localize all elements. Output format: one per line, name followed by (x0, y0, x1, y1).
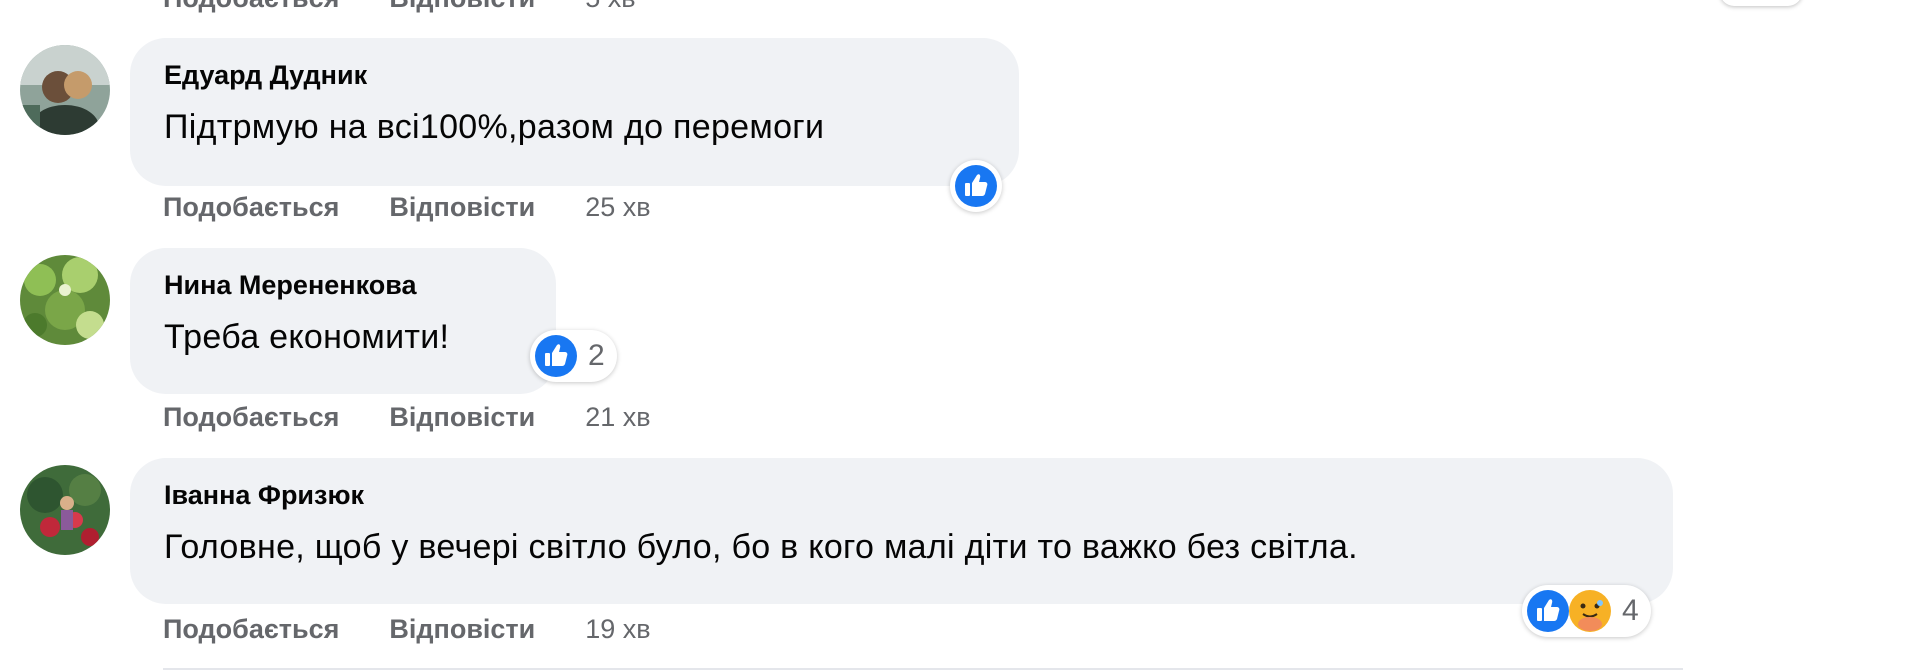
care-emoji-icon (1569, 590, 1611, 632)
like-action[interactable]: Подобається (163, 614, 339, 645)
avatar[interactable] (20, 45, 110, 135)
comment-time[interactable]: 21 хв (585, 402, 650, 433)
comment-actions: Подобається Відповісти 25 хв (163, 192, 651, 223)
reaction-count: 4 (1622, 594, 1639, 627)
comment-time[interactable]: 5 хв (585, 0, 635, 14)
previous-comment-actions: Подобається Відповісти 5 хв (163, 0, 636, 16)
reply-action[interactable]: Відповісти (389, 402, 535, 433)
comment-actions: Подобається Відповісти 19 хв (163, 614, 651, 645)
comment-time[interactable]: 25 хв (585, 192, 650, 223)
avatar[interactable] (20, 465, 110, 555)
like-action[interactable]: Подобається (163, 192, 339, 223)
reaction-summary[interactable] (1720, 0, 1802, 6)
divider (163, 668, 1683, 670)
reaction-summary[interactable] (950, 160, 1002, 212)
comment-bubble: Іванна Фризюк Головне, щоб у вечері світ… (130, 458, 1673, 604)
thumbs-up-icon (1527, 590, 1569, 632)
thumbs-up-icon (955, 165, 997, 207)
comment-author[interactable]: Едуард Дудник (164, 60, 367, 91)
avatar[interactable] (20, 255, 110, 345)
reaction-count: 2 (588, 339, 605, 372)
reaction-summary[interactable]: 2 (530, 330, 617, 382)
reply-action[interactable]: Відповісти (389, 0, 535, 14)
reaction-summary[interactable]: 4 (1522, 585, 1651, 637)
comment-actions: Подобається Відповісти 21 хв (163, 402, 651, 433)
comment-author[interactable]: Нина Мерененкова (164, 270, 416, 301)
like-action[interactable]: Подобається (163, 402, 339, 433)
like-action[interactable]: Подобається (163, 0, 339, 14)
comment-bubble: Едуард Дудник Підтрмую на всі100%,разом … (130, 38, 1019, 186)
reply-action[interactable]: Відповісти (389, 614, 535, 645)
comment-text: Головне, щоб у вечері світло було, бо в … (164, 528, 1358, 566)
comment-author[interactable]: Іванна Фризюк (164, 480, 364, 511)
reply-action[interactable]: Відповісти (389, 192, 535, 223)
comment-bubble: Нина Мерененкова Треба економити! (130, 248, 556, 394)
comment-text: Треба економити! (164, 318, 450, 356)
comment-time[interactable]: 19 хв (585, 614, 650, 645)
comment-text: Підтрмую на всі100%,разом до перемоги (164, 108, 825, 146)
thumbs-up-icon (535, 335, 577, 377)
